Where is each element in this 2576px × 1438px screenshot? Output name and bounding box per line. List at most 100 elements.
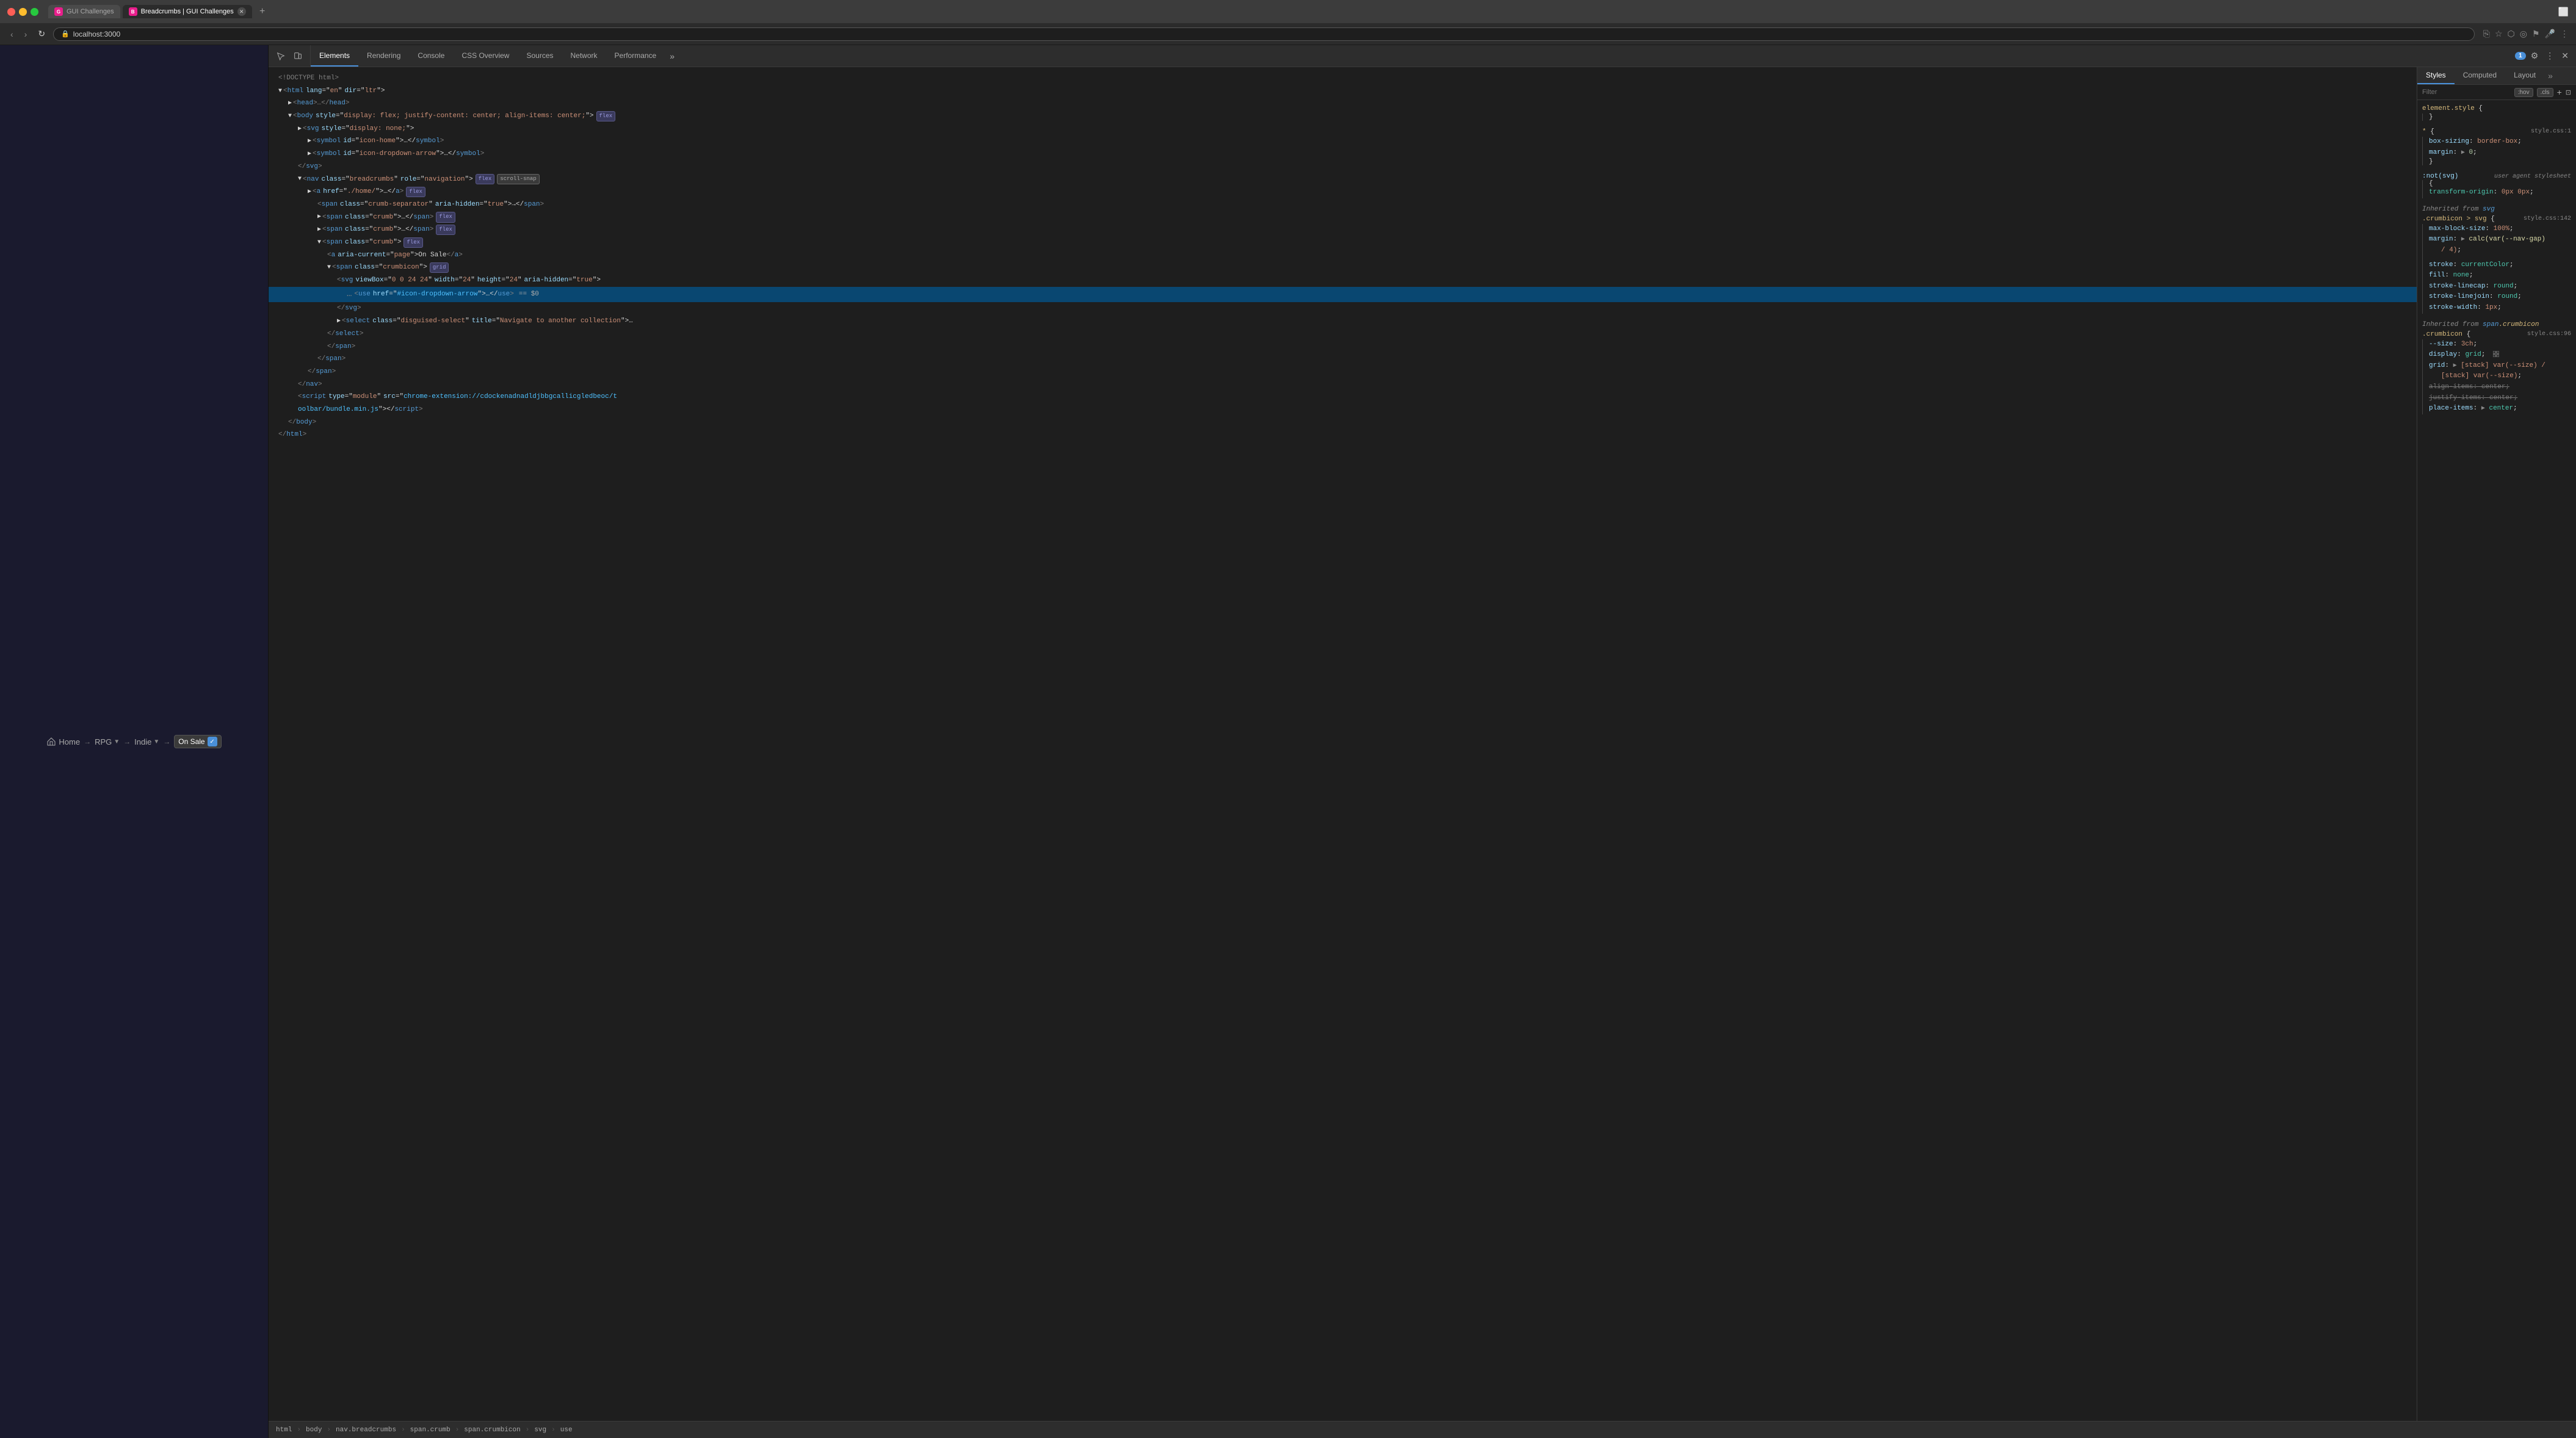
tab-console[interactable]: Console [409,45,453,67]
breadcrumb-bar-svg[interactable]: svg [532,1426,549,1434]
styles-toggle-button[interactable]: ⊡ [2566,89,2571,96]
refresh-button[interactable]: ↻ [35,27,48,40]
breadcrumb-indie[interactable]: Indie ▼ [134,737,159,746]
traffic-light-red[interactable] [7,8,15,16]
elem-span-close3[interactable]: </span> [269,366,2417,378]
badge-flex-nav[interactable]: flex [476,174,495,184]
breadcrumb-bar-nav[interactable]: nav.breadcrumbs [333,1426,399,1434]
devtools-settings-button[interactable]: ⚙ [2528,48,2541,63]
extension-icon-3[interactable]: ⚑ [2532,29,2540,39]
styles-tab-computed[interactable]: Computed [2455,67,2505,84]
badge-flex-a[interactable]: flex [406,187,425,197]
tab-css-overview[interactable]: CSS Overview [453,45,518,67]
breadcrumb-bar-span-crumb[interactable]: span.crumb [408,1426,453,1434]
styles-filter-input[interactable] [2422,89,2511,96]
breadcrumb-home[interactable]: Home [46,737,80,746]
elem-script[interactable]: <script type="module" src="chrome-extens… [269,391,2417,403]
elem-symbol-home[interactable]: ▶ <symbol id="icon-home">…</symbol> [269,135,2417,148]
style-source-crumbicon-svg[interactable]: style.css:142 [2524,215,2571,224]
style-source-universal[interactable]: style.css:1 [2531,128,2571,137]
elem-span-close2[interactable]: </span> [269,353,2417,366]
inspect-element-button[interactable] [273,49,288,63]
breadcrumb-on-sale[interactable]: On Sale ✓ [174,735,221,748]
rule-inherited-svg: Inherited from svg .crumbicon > svg { st… [2422,206,2571,314]
more-actions-icon[interactable]: ⋮ [2560,29,2569,39]
styles-tab-styles[interactable]: Styles [2417,67,2455,84]
elem-doctype[interactable]: <!DOCTYPE html> [269,72,2417,85]
elem-select-close[interactable]: </select> [269,328,2417,341]
styles-tab-layout[interactable]: Layout [2505,67,2544,84]
elem-body[interactable]: ▼ <body style="display: flex; justify-co… [269,110,2417,123]
badge-flex-body[interactable]: flex [596,111,616,121]
elem-svg-viewbox[interactable]: <svg viewBox="0 0 24 24" width="24" heig… [269,274,2417,287]
elem-html-close[interactable]: </html> [269,428,2417,441]
elem-a-current[interactable]: <a aria-current="page">On Sale</a> [269,249,2417,262]
elem-html[interactable]: ▼ <html lang="en" dir="ltr"> [269,85,2417,98]
tab-close-breadcrumbs[interactable]: ✕ [237,7,246,16]
elem-nav-close[interactable]: </nav> [269,378,2417,391]
badge-flex-crumb1[interactable]: flex [436,212,455,222]
elem-use-selected[interactable]: … <use href="#icon-dropdown-arrow">…</us… [269,287,2417,303]
devtools-close-button[interactable]: ✕ [2559,48,2571,63]
elem-head[interactable]: ▶ <head>…</head> [269,97,2417,110]
elem-svg-none[interactable]: ▶ <svg style="display: none;"> [269,123,2417,135]
extension-icon-4[interactable]: 🎤 [2545,29,2555,39]
elements-panel[interactable]: <!DOCTYPE html> ▼ <html lang="en" dir="l… [269,67,2417,1421]
styles-hov-button[interactable]: :hov [2514,88,2533,97]
traffic-light-yellow[interactable] [19,8,27,16]
breadcrumb-bar-use[interactable]: use [558,1426,575,1434]
tab-sources[interactable]: Sources [518,45,562,67]
elem-span-crumb2[interactable]: ▶ <span class="crumb">…</span> flex [269,223,2417,236]
breadcrumb-rpg[interactable]: RPG ▼ [95,737,120,746]
elem-body-close[interactable]: </body> [269,416,2417,429]
maximize-icon[interactable]: ⬜ [2558,7,2569,17]
elem-a-home[interactable]: ▶ <a href="./home/">…</a> flex [269,186,2417,198]
breadcrumb-bar-html[interactable]: html [273,1426,294,1434]
badge-flex-crumb2[interactable]: flex [436,225,455,235]
bookmark-icon[interactable]: ☆ [2495,29,2503,39]
elem-svg-close2[interactable]: </svg> [269,302,2417,315]
back-button[interactable]: ‹ [7,28,16,40]
badge-scroll-snap[interactable]: scroll-snap [497,174,539,184]
style-source-crumbicon[interactable]: style.css:96 [2527,331,2571,339]
forward-button[interactable]: › [21,28,31,40]
tab-elements[interactable]: Elements [311,45,358,67]
breadcrumb-bar-body[interactable]: body [303,1426,324,1434]
elem-span-crumb3-open[interactable]: ▼ <span class="crumb"> flex [269,236,2417,249]
breadcrumb-bar-span-crumbicon[interactable]: span.crumbicon [461,1426,523,1434]
elem-span-crumb1[interactable]: ▶ <span class="crumb">…</span> flex [269,211,2417,224]
elem-span-separator[interactable]: <span class="crumb-separator" aria-hidde… [269,198,2417,211]
expand-button[interactable]: … [347,287,352,302]
tab-rendering[interactable]: Rendering [358,45,409,67]
badge-grid-crumbicon[interactable]: grid [430,262,449,273]
elem-svg-close[interactable]: </svg> [269,161,2417,173]
tab-breadcrumbs[interactable]: B Breadcrumbs | GUI Challenges ✕ [123,5,252,18]
tab-network[interactable]: Network [562,45,606,67]
devtools-more-button[interactable]: ⋮ [2543,48,2556,63]
styles-tabs-more[interactable]: » [2544,71,2556,81]
styles-add-rule-button[interactable]: + [2557,87,2562,97]
elem-symbol-dropdown[interactable]: ▶ <symbol id="icon-dropdown-arrow">…</sy… [269,148,2417,161]
page-content: svg 24×24 Home → RPG ▼ [0,45,269,1438]
elem-nav[interactable]: ▼ <nav class="breadcrumbs" role="navigat… [269,173,2417,186]
device-toolbar-button[interactable] [291,49,305,63]
tab-performance[interactable]: Performance [606,45,665,67]
tab-gui-challenges[interactable]: G GUI Challenges [48,5,120,18]
elem-span-crumbicon-open[interactable]: ▼ <span class="crumbicon"> grid [269,261,2417,274]
elem-span-close1[interactable]: </span> [269,341,2417,353]
breadcrumb-home-label: Home [59,737,80,746]
traffic-light-green[interactable] [31,8,38,16]
cast-icon[interactable]: ⎘ [2483,29,2490,39]
badge-flex-crumb3[interactable]: flex [403,237,423,248]
elem-script-cont[interactable]: oolbar/bundle.min.js"></script> [269,403,2417,416]
more-tabs-button[interactable]: » [665,51,679,61]
devtools-body: <!DOCTYPE html> ▼ <html lang="en" dir="l… [269,67,2576,1421]
styles-cls-button[interactable]: .cls [2537,88,2553,97]
extension-icon-2[interactable]: ◎ [2520,29,2527,39]
address-bar[interactable]: 🔒 localhost:3000 [53,27,2475,41]
extension-icon-1[interactable]: ⬡ [2508,29,2515,39]
elem-select[interactable]: ▶ <select class="disguised-select" title… [269,315,2417,328]
style-block-element: } [2422,114,2571,121]
title-bar: G GUI Challenges B Breadcrumbs | GUI Cha… [0,0,2576,23]
new-tab-button[interactable]: + [255,4,270,20]
